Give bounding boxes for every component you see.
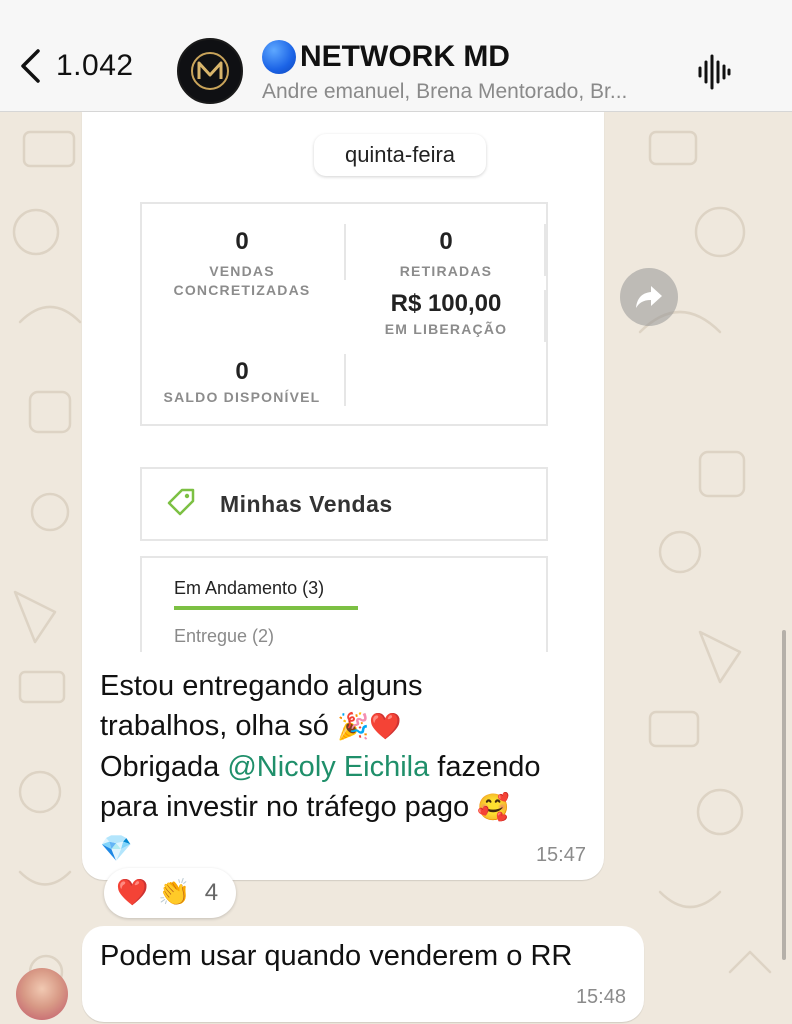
stats-card: 0 VENDAS CONCRETIZADAS 0 RETIRADAS R$ 10… [140,202,548,426]
clap-reaction: 👏 [158,878,191,908]
stat-retiradas-value: 0 [439,228,453,255]
mention-link[interactable]: @Nicoly Eichila [227,751,429,783]
tabs-card: Em Andamento (3) Entregue (2) [140,556,548,652]
stat-vendas: 0 VENDAS CONCRETIZADAS [142,228,342,300]
heart-reaction: ❤️ [116,878,149,908]
sales-title: Minhas Vendas [220,490,393,517]
message-line: 💎 [100,828,590,869]
scrollbar[interactable] [782,630,786,960]
group-title-text: NETWORK MD [300,40,510,73]
reactions-pill[interactable]: ❤️ 👏 4 [104,868,236,918]
tab-entregue: Entregue (2) [174,626,275,646]
tag-icon [166,487,196,522]
divider [544,224,546,276]
stat-retiradas-label: RETIRADAS [399,263,493,279]
message-time: 15:47 [535,844,586,866]
stat-saldo-label: SALDO DISPONÍVEL [163,389,321,405]
message-line: Estou entregando alguns [100,670,423,702]
voice-call-icon [698,54,731,90]
stat-liberacao-value: R$ 100,00 [390,290,502,317]
smiling-hearts-emoji: 🥰 [477,793,510,823]
stat-vendas-value: 0 [235,228,249,255]
forward-button[interactable] [620,268,678,326]
message-line: trabalhos, olha só 🎉❤️ [100,710,402,742]
group-members: Andre emanuel, Brena Mentorado, Br... [262,80,628,103]
group-title: NETWORK MD [262,40,682,74]
stat-vendas-label: VENDAS CONCRETIZADAS [173,263,311,298]
tab-underline [174,606,358,610]
back-button[interactable]: 1.042 [18,48,134,84]
divider [344,354,346,406]
group-info[interactable]: NETWORK MD Andre emanuel, Brena Mentorad… [262,40,682,104]
stat-saldo-value: 0 [235,358,249,385]
unread-count: 1.042 [56,49,134,82]
message-bubble-image[interactable]: quinta-feira 0 VENDAS CONCRETIZADAS 0 RE… [82,112,604,880]
message-bubble-text[interactable]: Podem usar quando venderem o RR 15:48 [82,926,644,1022]
reaction-count: 4 [204,879,219,906]
avatar[interactable] [16,968,68,1020]
message-time: 15:48 [575,986,626,1008]
forward-icon [636,286,662,308]
stat-liberacao-label: EM LIBERAÇÃO [384,321,508,337]
group-avatar-logo[interactable] [177,38,243,104]
message-text: Podem usar quando venderem o RR [100,940,573,972]
back-chevron-icon [18,48,42,84]
chat-header: 1.042 NETWORK MD Andre emanuel, Brena Me… [0,0,792,112]
tab-em-andamento: Em Andamento (3) [174,578,325,598]
message-line: para investir no tráfego pago 🥰 [100,791,510,823]
divider [544,290,546,342]
sales-card: Minhas Vendas [140,467,548,541]
message-text: Estou entregando alguns trabalhos, olha … [100,666,590,869]
blue-circle-emoji [262,40,296,74]
day-chip: quinta-feira [314,134,486,176]
shared-screenshot[interactable]: quinta-feira 0 VENDAS CONCRETIZADAS 0 RE… [88,112,598,652]
voice-call-button[interactable] [697,54,731,95]
stat-retiradas: 0 RETIRADAS [346,228,546,281]
gem-emoji: 💎 [100,834,133,864]
message-line: Obrigada @Nicoly Eichila fazendo [100,751,541,783]
stat-liberacao: R$ 100,00 EM LIBERAÇÃO [346,290,546,339]
party-heart-emojis: 🎉❤️ [337,712,402,742]
stat-saldo: 0 SALDO DISPONÍVEL [142,358,342,407]
